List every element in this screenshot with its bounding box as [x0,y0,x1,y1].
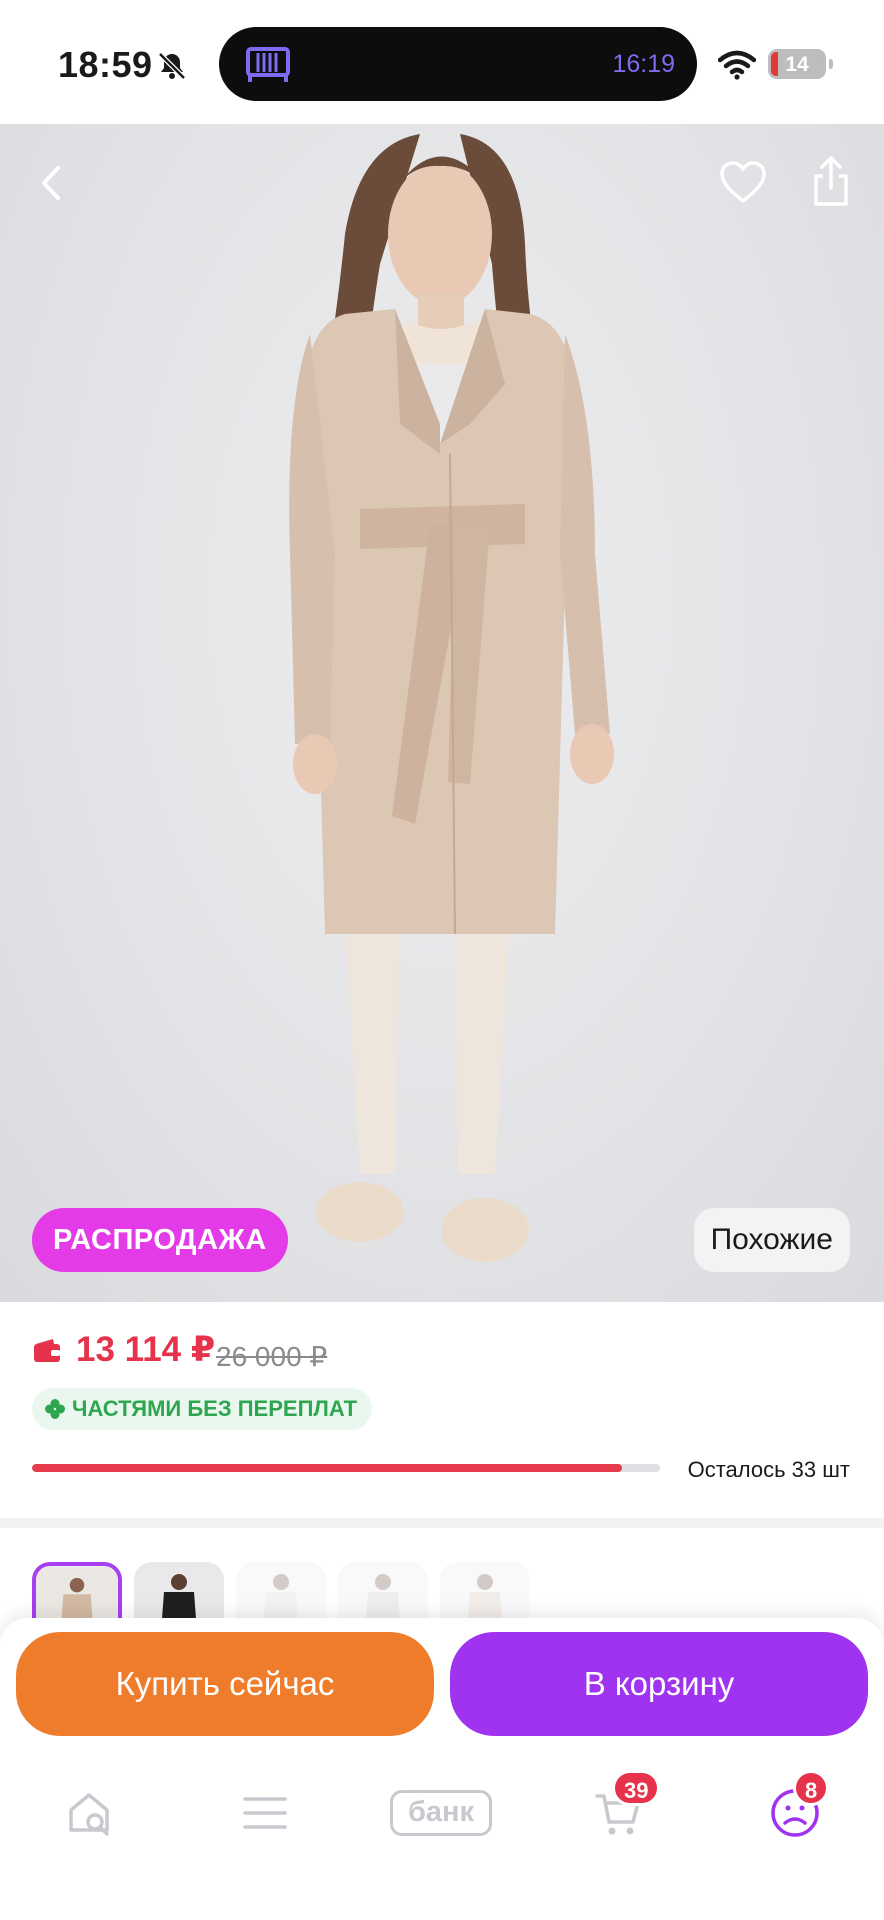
island-timer: 16:19 [612,50,675,78]
price-card: 13 114 ₽ 26 000 ₽ ЧАСТЯМИ БЕЗ ПЕРЕПЛАТ О… [0,1302,884,1518]
stock-remaining: Осталось 33 шт [687,1457,850,1482]
tab-bank[interactable]: банк [390,1790,492,1836]
variant-thumbnail-beige[interactable] [32,1562,122,1618]
battery-tip [829,59,833,69]
menu-icon [243,1797,287,1829]
status-bar: 18:59 16:19 14 [0,0,884,124]
variant-thumbnail-white[interactable] [236,1562,326,1618]
profile-notification-badge: 8 [793,1770,830,1806]
installment-badge[interactable]: ЧАСТЯМИ БЕЗ ПЕРЕПЛАТ [32,1388,373,1430]
buy-now-button[interactable]: Купить сейчас [16,1632,434,1736]
cream-coat-thumb [440,1562,530,1618]
heart-icon[interactable] [718,158,768,208]
dynamic-island: 16:19 [219,27,697,101]
battery-icon: 14 [768,49,826,79]
old-price: 26 000 ₽ [216,1341,328,1372]
wallet-icon [34,1339,60,1362]
share-icon[interactable] [808,154,854,210]
crib-icon [246,47,290,82]
back-icon[interactable] [32,158,72,208]
variant-thumbnail-black[interactable] [134,1562,224,1618]
sale-badge: РАСПРОДАЖА [32,1208,288,1272]
tab-profile[interactable]: 8 [745,1768,845,1858]
wifi-icon [718,50,756,80]
clover-icon [45,1399,65,1419]
product-image[interactable]: РАСПРОДАЖА Похожие [0,124,884,1302]
similar-button[interactable]: Похожие [693,1208,850,1272]
battery-level: 14 [785,53,809,76]
current-price: 13 114 ₽ [76,1330,216,1369]
bottom-action-panel: Купить сейчас В корзину банк 39 8 [0,1618,884,1920]
beige-coat-thumb [36,1566,118,1618]
coat-model-illustration [289,134,614,1262]
section-divider [0,1518,884,1528]
bell-slash-icon [158,52,186,80]
installment-label: ЧАСТЯМИ БЕЗ ПЕРЕПЛАТ [72,1396,358,1421]
color-variants [0,1528,884,1618]
grey-coat-thumb [338,1562,428,1618]
add-to-cart-button[interactable]: В корзину [450,1632,868,1736]
cart-count-badge: 39 [612,1770,661,1806]
home-search-icon [69,1793,109,1836]
white-coat-thumb [236,1562,326,1618]
variant-thumbnail-cream[interactable] [440,1562,530,1618]
variant-thumbnail-grey[interactable] [338,1562,428,1618]
tab-cart[interactable]: 39 [568,1768,668,1858]
tab-home[interactable] [40,1768,140,1858]
bottom-tab-bar: банк 39 8 [0,1768,884,1858]
status-time: 18:59 [58,44,153,85]
black-coat-thumb [134,1562,224,1618]
stock-progress-fill [32,1464,623,1472]
stock-progress-bar [32,1464,660,1472]
tab-catalog[interactable] [215,1768,315,1858]
